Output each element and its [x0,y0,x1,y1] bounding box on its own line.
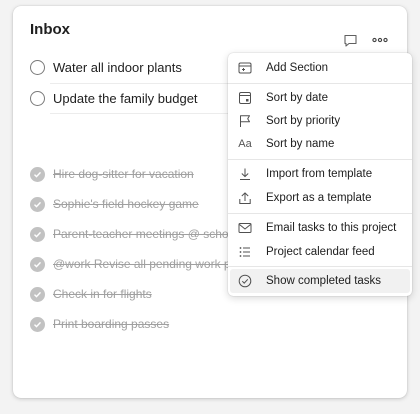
menu-item-email-tasks[interactable]: Email tasks to this project [228,216,412,240]
menu-divider [228,159,412,160]
menu-item-export-template[interactable]: Export as a template [228,186,412,210]
menu-divider [228,83,412,84]
more-options-button[interactable] [369,29,391,51]
menu-item-label: Show completed tasks [266,275,382,287]
more-horizontal-icon [372,37,388,43]
project-options-menu: Add Section Sort by date Sort by priorit… [228,53,412,296]
menu-divider [228,213,412,214]
completed-check-icon[interactable] [30,316,45,332]
completed-task-label: Sophie's field hockey game [53,197,199,211]
menu-item-label: Export as a template [266,192,372,204]
add-section-icon [237,60,253,76]
menu-item-sort-by-date[interactable]: Sort by date [228,86,412,110]
menu-item-import-template[interactable]: Import from template [228,162,412,186]
completed-task-label: Hire dog-sitter for vacation [53,167,194,181]
download-icon [237,166,253,182]
menu-item-label: Sort by priority [266,115,341,127]
completed-task-label: @work Revise all pending work proje [53,257,251,271]
menu-item-add-section[interactable]: Add Section [228,56,412,80]
completed-check-icon[interactable] [30,226,45,242]
menu-divider [228,266,412,267]
menu-item-sort-by-name[interactable]: Aa Sort by name [228,132,412,156]
completed-task-label: Print boarding passes [53,317,170,331]
completed-check-icon[interactable] [30,196,45,212]
flag-icon [237,113,253,129]
mail-icon [237,220,253,236]
completed-check-icon[interactable] [30,166,45,182]
menu-item-label: Email tasks to this project [266,222,397,234]
menu-item-label: Project calendar feed [266,246,375,258]
completed-check-icon[interactable] [30,256,45,272]
task-complete-checkbox[interactable] [30,59,45,75]
menu-item-show-completed[interactable]: Show completed tasks [230,269,410,293]
menu-item-calendar-feed[interactable]: Project calendar feed [228,240,412,264]
completed-task-label: Parent-teacher meetings @ school [53,227,238,241]
calendar-icon [237,90,253,106]
completed-task-label: Check in for flights [53,287,152,301]
comment-button[interactable] [339,29,361,51]
text-aa-icon: Aa [238,138,252,150]
upload-icon [237,190,253,206]
task-label: Water all indoor plants [53,59,182,75]
task-label: Update the family budget [53,90,198,106]
menu-item-label: Import from template [266,168,373,180]
check-circle-icon [237,273,253,289]
menu-item-label: Sort by date [266,92,329,104]
menu-item-label: Sort by name [266,138,335,150]
completed-task-item[interactable]: Print boarding passes [30,313,390,335]
page-title: Inbox [30,21,70,38]
list-icon [237,244,253,260]
menu-item-label: Add Section [266,62,329,74]
task-complete-checkbox[interactable] [30,90,45,106]
menu-item-sort-by-priority[interactable]: Sort by priority [228,109,412,133]
completed-check-icon[interactable] [30,286,45,302]
comment-icon [343,34,357,47]
